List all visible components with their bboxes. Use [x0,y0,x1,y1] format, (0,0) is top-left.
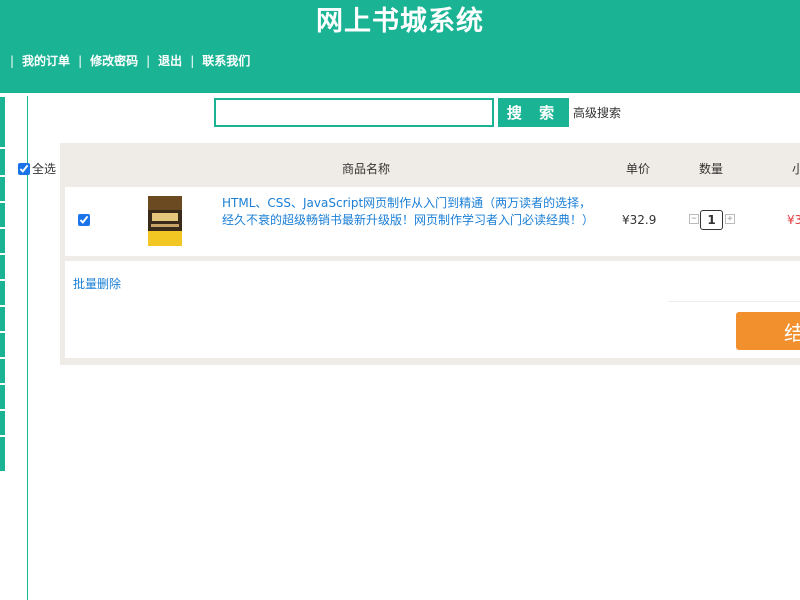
quantity-input[interactable] [700,210,723,230]
sidebar-divider [0,409,5,411]
top-nav: | 我的订单 | 修改密码 | 退出 | 联系我们 [6,52,254,69]
sidebar-divider [0,227,5,229]
nav-separator: | [10,53,15,68]
batch-delete-link[interactable]: 批量删除 [73,275,121,292]
cover-band [151,224,179,227]
advanced-search-link[interactable]: 高级搜索 [573,104,621,121]
sidebar-divider [0,331,5,333]
nav-change-password[interactable]: 修改密码 [90,52,138,69]
sidebar-divider [0,175,5,177]
nav-separator: | [146,53,151,68]
column-header-name: 商品名称 [342,162,391,176]
nav-separator: | [78,53,83,68]
site-title: 网上书城系统 [316,6,484,37]
sidebar-divider [0,357,5,359]
footer-divider [668,301,800,302]
nav-separator: | [190,53,195,68]
select-all-checkbox[interactable] [18,162,30,175]
sidebar-divider [0,383,5,385]
search-button[interactable]: 搜 索 [498,98,569,127]
column-header-price: 单价 [626,162,651,176]
sidebar-strip[interactable] [0,97,5,471]
nav-logout[interactable]: 退出 [158,52,182,69]
column-header-quantity: 数量 [699,162,724,176]
nav-my-orders[interactable]: 我的订单 [22,52,70,69]
select-all-label: 全选 [32,162,57,176]
book-title-link[interactable]: HTML、CSS、JavaScript网页制作从入门到精通（两万读者的选择，经久… [222,195,602,229]
sidebar-divider [0,147,5,149]
unit-price: ¥32.9 [622,213,657,227]
sidebar-divider [0,279,5,281]
header: 网上书城系统 | 我的订单 | 修改密码 | 退出 | 联系我们 [0,0,800,93]
search-input[interactable] [214,98,494,127]
quantity-increase-button[interactable]: + [725,214,735,224]
item-checkbox[interactable] [78,214,90,226]
item-subtotal: ¥3 [787,213,800,227]
column-header-subtotal: 小 [792,162,800,176]
book-cover-image[interactable] [148,196,182,246]
nav-contact-us[interactable]: 联系我们 [202,52,250,69]
sidebar-divider [0,253,5,255]
sidebar-divider [0,305,5,307]
sidebar-divider [0,435,5,437]
sidebar-divider [0,201,5,203]
cart-footer [65,261,800,358]
cover-band [148,196,182,210]
select-all[interactable]: 全选 [18,160,56,177]
checkout-button[interactable]: 结 [736,312,800,350]
cover-band [148,231,182,246]
cover-band [152,213,178,221]
quantity-decrease-button[interactable]: − [689,214,699,224]
